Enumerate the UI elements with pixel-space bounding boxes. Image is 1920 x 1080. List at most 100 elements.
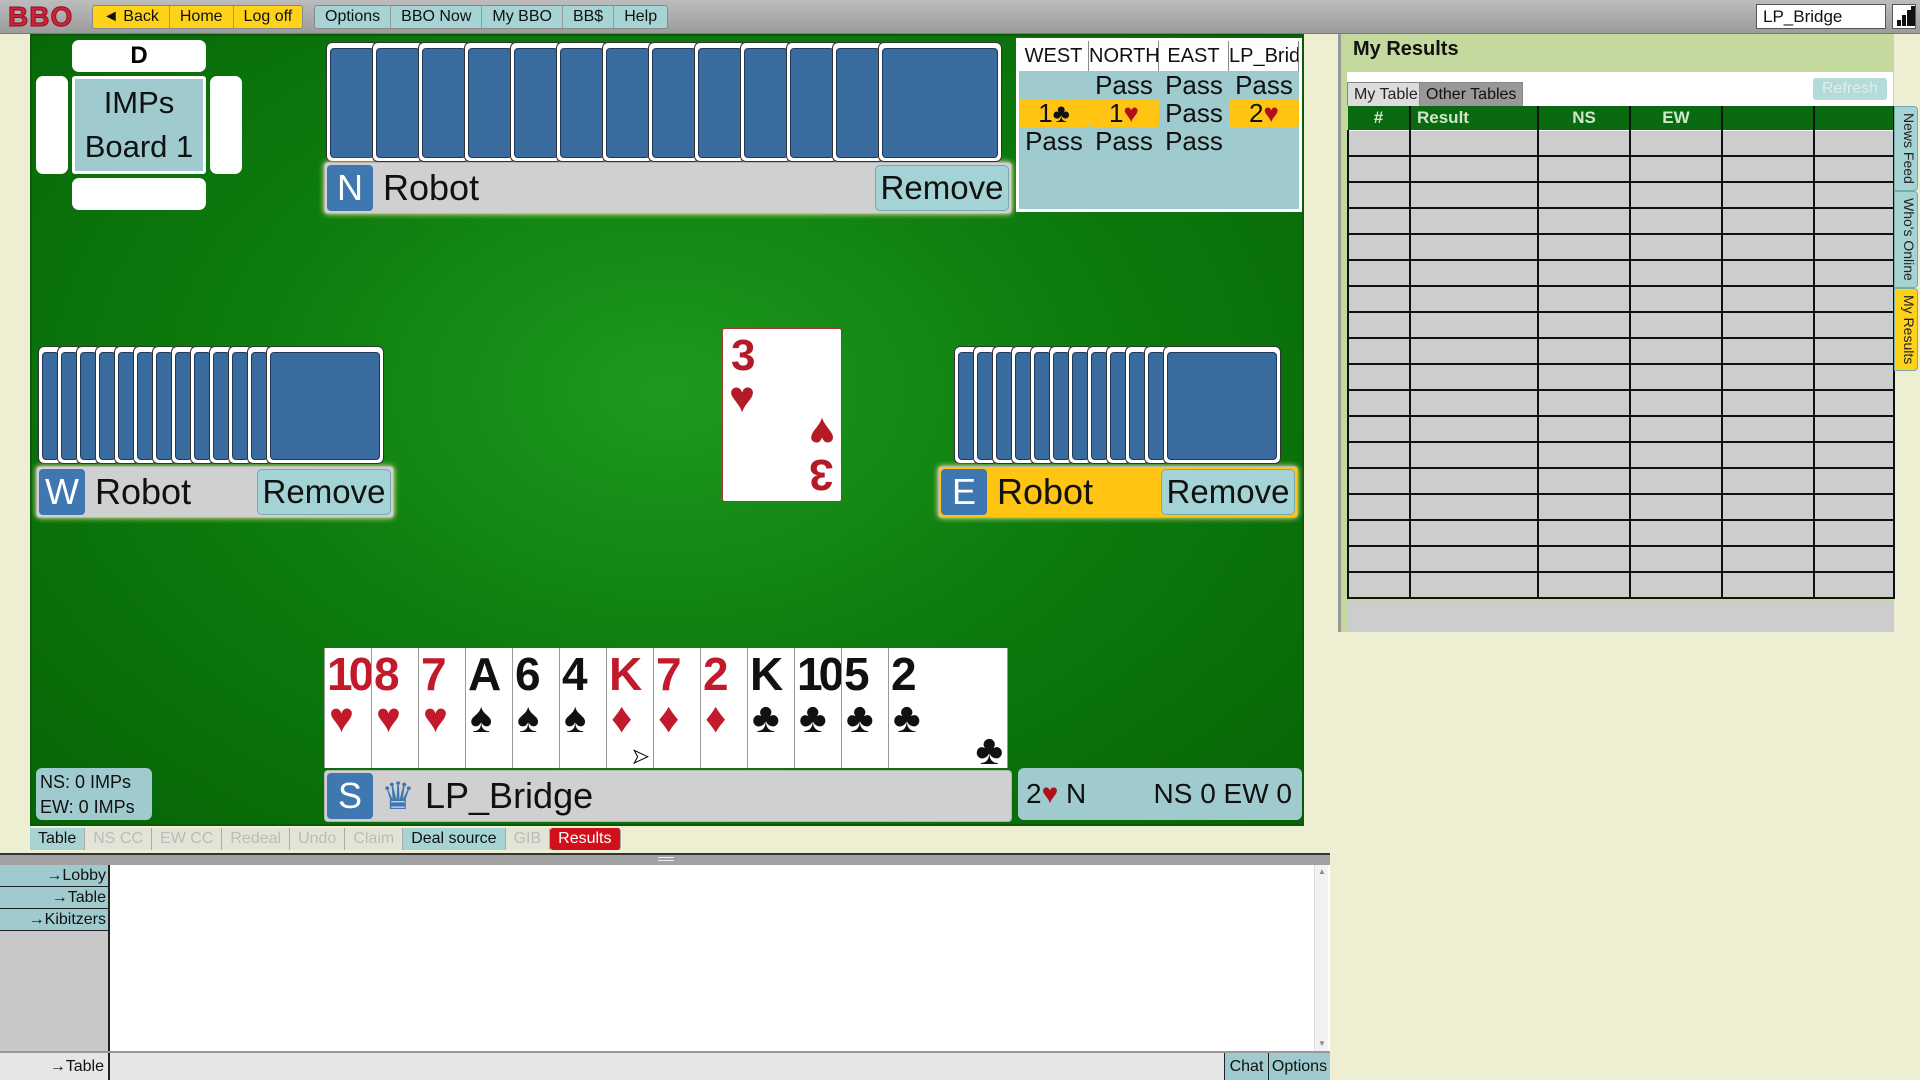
chat-current-destination[interactable]: →Table bbox=[0, 1053, 110, 1080]
auction-row: 1♣ 1♥ Pass 2♥ bbox=[1019, 99, 1299, 127]
east-player-name[interactable]: Robot bbox=[997, 467, 1093, 517]
tab-ns-cc[interactable]: NS CC bbox=[85, 828, 153, 850]
south-card[interactable]: 7 ♥ bbox=[418, 648, 466, 768]
tab-deal-source[interactable]: Deal source bbox=[403, 828, 506, 850]
chat-log bbox=[112, 865, 1312, 1051]
chat-dest-lobby[interactable]: →Lobby bbox=[0, 865, 108, 887]
table-row[interactable] bbox=[1347, 337, 1895, 365]
chat-dest-table[interactable]: →Table bbox=[0, 887, 108, 909]
table-row[interactable] bbox=[1347, 467, 1895, 495]
tab-redeal[interactable]: Redeal bbox=[222, 828, 291, 850]
south-card[interactable]: 6 ♠ bbox=[512, 648, 560, 768]
bbdollars-menu[interactable]: BB$ bbox=[562, 6, 615, 28]
card-back[interactable] bbox=[418, 42, 470, 162]
table-row[interactable] bbox=[1347, 233, 1895, 261]
west-vulnerability bbox=[36, 76, 68, 174]
card-back[interactable] bbox=[1163, 346, 1281, 464]
card-back[interactable] bbox=[878, 42, 1002, 162]
tab-undo[interactable]: Undo bbox=[290, 828, 346, 850]
south-card[interactable]: A ♠ bbox=[465, 648, 513, 768]
card-back[interactable] bbox=[510, 42, 562, 162]
card-back[interactable] bbox=[326, 42, 378, 162]
table-row[interactable] bbox=[1347, 155, 1895, 183]
table-cell bbox=[1629, 415, 1723, 443]
south-card[interactable]: 10 ♥ bbox=[324, 648, 374, 768]
side-tab-my-results[interactable]: My Results bbox=[1894, 287, 1918, 371]
help-menu[interactable]: Help bbox=[614, 6, 668, 28]
signal-strength-icon[interactable] bbox=[1892, 4, 1916, 29]
chat-options-button[interactable]: Options bbox=[1268, 1053, 1330, 1080]
tab-other-tables[interactable]: Other Tables bbox=[1419, 82, 1524, 106]
tab-table[interactable]: Table bbox=[30, 828, 86, 850]
south-card[interactable]: 7 ♦ bbox=[653, 648, 701, 768]
north-player-name[interactable]: Robot bbox=[383, 163, 479, 213]
side-tab-who-s-online[interactable]: Who's Online bbox=[1894, 190, 1918, 288]
home-button[interactable]: Home bbox=[169, 6, 234, 28]
west-remove-button[interactable]: Remove bbox=[257, 469, 391, 515]
chat-scrollbar[interactable]: ▲ ▼ bbox=[1314, 865, 1328, 1051]
table-row[interactable] bbox=[1347, 519, 1895, 547]
table-cell bbox=[1629, 155, 1723, 183]
logoff-button[interactable]: Log off bbox=[233, 6, 303, 28]
chat-input[interactable] bbox=[112, 1053, 1222, 1080]
table-row[interactable] bbox=[1347, 259, 1895, 287]
south-card[interactable]: 4 ♠ bbox=[559, 648, 607, 768]
table-row[interactable] bbox=[1347, 129, 1895, 157]
west-player-name[interactable]: Robot bbox=[95, 467, 191, 517]
chat-button[interactable]: Chat bbox=[1224, 1053, 1268, 1080]
south-player-name[interactable]: LP_Bridge bbox=[425, 771, 593, 821]
table-row[interactable] bbox=[1347, 545, 1895, 573]
chat-dest-kibitzers[interactable]: →Kibitzers bbox=[0, 909, 108, 931]
table-row[interactable] bbox=[1347, 285, 1895, 313]
refresh-button[interactable]: Refresh bbox=[1813, 78, 1887, 100]
south-card[interactable]: 2 ♣ ♣ bbox=[888, 648, 1008, 773]
table-row[interactable] bbox=[1347, 311, 1895, 339]
dealer-indicator: D bbox=[72, 40, 206, 72]
card-back[interactable] bbox=[786, 42, 838, 162]
south-card[interactable]: 10 ♣ bbox=[794, 648, 844, 768]
north-remove-button[interactable]: Remove bbox=[875, 165, 1009, 211]
card-back[interactable] bbox=[602, 42, 654, 162]
resize-grip-icon[interactable] bbox=[658, 857, 674, 861]
table-row[interactable] bbox=[1347, 389, 1895, 417]
south-card[interactable]: 8 ♥ bbox=[371, 648, 419, 768]
table-cell bbox=[1347, 467, 1411, 495]
table-row[interactable] bbox=[1347, 415, 1895, 443]
table-row[interactable] bbox=[1347, 571, 1895, 599]
my-bbo-menu[interactable]: My BBO bbox=[482, 6, 563, 28]
south-card[interactable]: 2 ♦ bbox=[700, 648, 748, 768]
card-back[interactable] bbox=[648, 42, 700, 162]
table-row[interactable] bbox=[1347, 493, 1895, 521]
table-cell bbox=[1629, 467, 1723, 495]
side-tab-news-feed[interactable]: News Feed bbox=[1894, 106, 1918, 191]
scroll-down-icon[interactable]: ▼ bbox=[1315, 1037, 1329, 1051]
table-cell bbox=[1409, 337, 1539, 365]
tab-results[interactable]: Results bbox=[550, 828, 621, 850]
options-menu[interactable]: Options bbox=[315, 6, 392, 28]
tab-ew-cc[interactable]: EW CC bbox=[152, 828, 223, 850]
tab-gib[interactable]: GIB bbox=[505, 828, 551, 850]
table-cell bbox=[1813, 285, 1895, 313]
back-button[interactable]: ◄ Back bbox=[93, 6, 170, 28]
username-display[interactable]: LP_Bridge bbox=[1756, 4, 1886, 29]
card-back[interactable] bbox=[556, 42, 608, 162]
south-card[interactable]: K ♣ bbox=[747, 648, 795, 768]
bbo-now-menu[interactable]: BBO Now bbox=[391, 6, 483, 28]
table-row[interactable] bbox=[1347, 441, 1895, 469]
east-nameplate: E Robot Remove bbox=[938, 466, 1298, 518]
tab-my-table[interactable]: My Table bbox=[1347, 82, 1425, 106]
table-row[interactable] bbox=[1347, 207, 1895, 235]
card-back[interactable] bbox=[832, 42, 884, 162]
card-back[interactable] bbox=[464, 42, 516, 162]
table-row[interactable] bbox=[1347, 363, 1895, 391]
card-back[interactable] bbox=[372, 42, 424, 162]
card-back[interactable] bbox=[266, 346, 384, 464]
tab-claim[interactable]: Claim bbox=[345, 828, 404, 850]
table-cell bbox=[1537, 415, 1631, 443]
east-remove-button[interactable]: Remove bbox=[1161, 469, 1295, 515]
scroll-up-icon[interactable]: ▲ bbox=[1315, 865, 1329, 879]
card-back[interactable] bbox=[694, 42, 746, 162]
table-row[interactable] bbox=[1347, 181, 1895, 209]
south-card[interactable]: 5 ♣ bbox=[841, 648, 889, 768]
card-back[interactable] bbox=[740, 42, 792, 162]
